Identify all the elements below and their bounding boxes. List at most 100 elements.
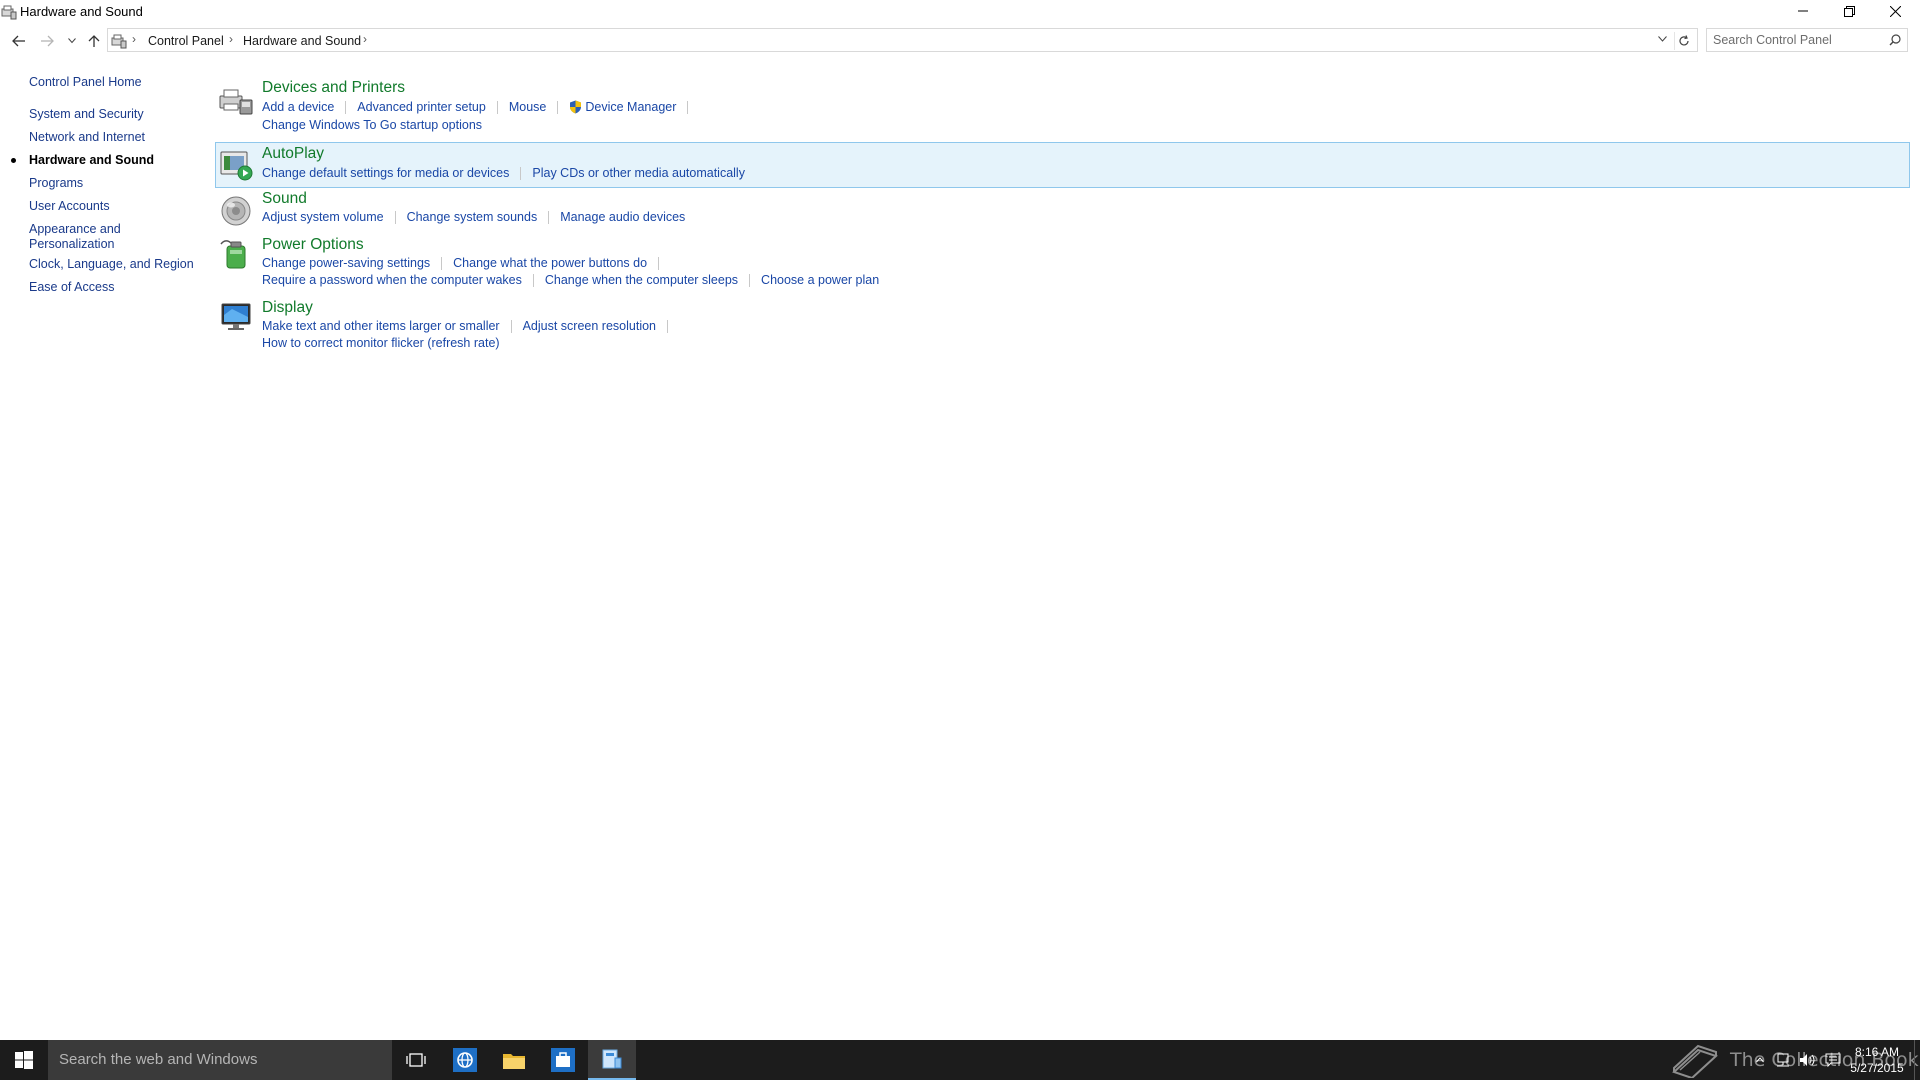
search-icon[interactable] (1889, 34, 1901, 46)
network-tray-button[interactable] (1772, 1040, 1794, 1080)
clock-time: 8:16 AM (1854, 1045, 1900, 1059)
uac-shield-icon (570, 100, 582, 114)
link-divider (496, 100, 498, 114)
breadcrumb-separator-icon[interactable]: › (132, 32, 136, 46)
link-divider (345, 100, 347, 114)
play-cds-automatically-link[interactable]: Play CDs or other media automatically (532, 166, 745, 180)
taskbar-internet-explorer[interactable] (441, 1040, 489, 1080)
windows-logo-icon (15, 1051, 33, 1069)
address-bar[interactable]: › Control Panel › Hardware and Sound › (107, 28, 1698, 52)
devices-links-row: Add a device Advanced printer setup Mous… (262, 99, 699, 115)
start-button[interactable] (0, 1040, 48, 1080)
speaker-icon (1800, 1054, 1815, 1066)
manage-audio-devices-link[interactable]: Manage audio devices (560, 210, 685, 224)
category-autoplay[interactable]: AutoPlay Change default settings for med… (215, 142, 1910, 188)
breadcrumb-control-panel[interactable]: Control Panel (148, 34, 224, 48)
change-power-buttons-link[interactable]: Change what the power buttons do (453, 256, 647, 270)
link-divider (667, 319, 668, 333)
volume-tray-button[interactable] (1796, 1040, 1820, 1080)
device-manager-link[interactable]: Device Manager (585, 100, 676, 114)
nav-programs[interactable]: Programs (29, 176, 199, 191)
power-links-row: Change power-saving settings Change what… (262, 255, 670, 271)
forward-button[interactable] (37, 31, 57, 51)
breadcrumb-separator-icon[interactable]: › (229, 32, 233, 46)
change-default-media-settings-link[interactable]: Change default settings for media or dev… (262, 166, 509, 180)
navigation-bar: › Control Panel › Hardware and Sound › (0, 28, 1920, 54)
link-divider (532, 273, 534, 287)
category-sound: Sound Adjust system volume Change system… (215, 190, 1910, 232)
choose-power-plan-link[interactable]: Choose a power plan (761, 273, 879, 287)
task-view-icon (406, 1053, 426, 1067)
network-icon (1777, 1053, 1789, 1067)
devices-links-row-2: Change Windows To Go startup options (262, 117, 482, 133)
link-divider (557, 100, 559, 114)
devices-and-printers-icon (219, 89, 253, 115)
display-title[interactable]: Display (262, 299, 313, 317)
show-hidden-icons-button[interactable] (1752, 1040, 1768, 1080)
display-icon (221, 303, 251, 330)
minimize-icon (1798, 10, 1808, 12)
sound-icon (221, 196, 251, 226)
close-button[interactable] (1872, 0, 1918, 22)
link-divider (510, 319, 512, 333)
task-view-button[interactable] (392, 1040, 440, 1080)
chevron-down-icon (68, 38, 76, 44)
link-divider (394, 210, 396, 224)
sound-title[interactable]: Sound (262, 190, 307, 208)
change-when-computer-sleeps-link[interactable]: Change when the computer sleeps (545, 273, 738, 287)
taskbar-store[interactable] (539, 1040, 587, 1080)
up-button[interactable] (84, 31, 104, 51)
nav-appearance-and-personalization[interactable]: Appearance and Personalization (29, 222, 139, 252)
mouse-link[interactable]: Mouse (509, 100, 547, 114)
show-desktop-button[interactable] (1914, 1040, 1920, 1080)
advanced-printer-setup-link[interactable]: Advanced printer setup (357, 100, 486, 114)
add-a-device-link[interactable]: Add a device (262, 100, 334, 114)
restore-button[interactable] (1826, 0, 1872, 22)
title-bar: Hardware and Sound (0, 0, 1920, 24)
refresh-button[interactable] (1674, 32, 1693, 50)
category-devices-and-printers: Devices and Printers Add a device Advanc… (215, 78, 1910, 138)
search-box[interactable] (1706, 28, 1908, 52)
make-text-larger-link[interactable]: Make text and other items larger or smal… (262, 319, 500, 333)
nav-network-and-internet[interactable]: Network and Internet (29, 130, 199, 145)
nav-hardware-and-sound[interactable]: Hardware and Sound (29, 153, 199, 168)
current-item-bullet (11, 158, 16, 163)
require-password-on-wake-link[interactable]: Require a password when the computer wak… (262, 273, 522, 287)
address-dropdown-icon[interactable] (1658, 36, 1667, 42)
devices-and-printers-title[interactable]: Devices and Printers (262, 79, 405, 97)
link-divider (658, 256, 660, 270)
sound-links-row: Adjust system volume Change system sound… (262, 209, 685, 225)
taskbar-file-explorer[interactable] (490, 1040, 538, 1080)
taskbar-search-box[interactable]: Search the web and Windows (48, 1040, 392, 1080)
category-display: Display Make text and other items larger… (215, 299, 1910, 355)
adjust-screen-resolution-link[interactable]: Adjust screen resolution (523, 319, 656, 333)
monitor-flicker-link[interactable]: How to correct monitor flicker (refresh … (262, 336, 500, 350)
back-button[interactable] (9, 31, 29, 51)
recent-locations-button[interactable] (62, 31, 82, 51)
browser-icon (453, 1048, 477, 1072)
forward-arrow-icon (41, 35, 54, 47)
link-divider (749, 273, 751, 287)
nav-clock-language-region[interactable]: Clock, Language, and Region (29, 257, 199, 272)
breadcrumb-hardware-and-sound[interactable]: Hardware and Sound (243, 34, 361, 48)
nav-ease-of-access[interactable]: Ease of Access (29, 280, 199, 295)
minimize-button[interactable] (1780, 0, 1826, 22)
notifications-icon (1825, 1053, 1841, 1067)
action-center-button[interactable] (1822, 1040, 1844, 1080)
close-icon (1889, 5, 1901, 17)
power-options-title[interactable]: Power Options (262, 236, 364, 254)
taskbar-control-panel[interactable] (588, 1040, 636, 1080)
autoplay-title[interactable]: AutoPlay (262, 145, 324, 163)
nav-control-panel-home[interactable]: Control Panel Home (29, 75, 199, 90)
taskbar-clock[interactable]: 8:16 AM 5/27/2015 (1846, 1044, 1908, 1076)
autoplay-links-row: Change default settings for media or dev… (262, 165, 745, 181)
nav-system-and-security[interactable]: System and Security (29, 107, 199, 122)
adjust-system-volume-link[interactable]: Adjust system volume (262, 210, 384, 224)
breadcrumb-separator-icon[interactable]: › (363, 32, 367, 46)
change-system-sounds-link[interactable]: Change system sounds (407, 210, 538, 224)
clock-date: 5/27/2015 (1850, 1061, 1904, 1075)
search-input[interactable] (1713, 32, 1873, 48)
nav-user-accounts[interactable]: User Accounts (29, 199, 199, 214)
windows-to-go-startup-link[interactable]: Change Windows To Go startup options (262, 118, 482, 132)
change-power-saving-settings-link[interactable]: Change power-saving settings (262, 256, 430, 270)
